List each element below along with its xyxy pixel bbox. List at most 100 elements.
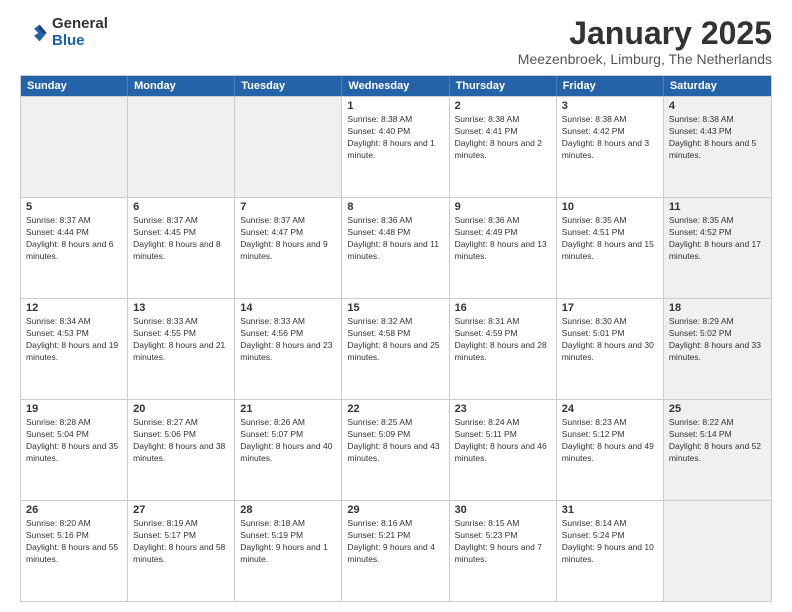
day-number: 12 <box>26 302 122 314</box>
calendar-cell: 7 Sunrise: 8:37 AMSunset: 4:47 PMDaylight… <box>235 198 342 298</box>
calendar-cell: 1 Sunrise: 8:38 AMSunset: 4:40 PMDaylight… <box>342 97 449 197</box>
cell-info: Sunrise: 8:16 AMSunset: 5:21 PMDaylight:… <box>347 518 434 564</box>
weekday-header: Sunday <box>21 76 128 96</box>
day-number: 2 <box>455 100 551 112</box>
day-number: 6 <box>133 201 229 213</box>
cell-info: Sunrise: 8:31 AMSunset: 4:59 PMDaylight:… <box>455 316 547 362</box>
day-number: 4 <box>669 100 766 112</box>
logo-general: General <box>52 16 108 33</box>
day-number: 15 <box>347 302 443 314</box>
weekday-header: Saturday <box>664 76 771 96</box>
cell-info: Sunrise: 8:14 AMSunset: 5:24 PMDaylight:… <box>562 518 654 564</box>
cell-info: Sunrise: 8:18 AMSunset: 5:19 PMDaylight:… <box>240 518 327 564</box>
logo-icon <box>20 19 48 47</box>
cell-info: Sunrise: 8:36 AMSunset: 4:48 PMDaylight:… <box>347 215 439 261</box>
weekday-header: Monday <box>128 76 235 96</box>
day-number: 8 <box>347 201 443 213</box>
day-number: 20 <box>133 403 229 415</box>
calendar-cell: 10 Sunrise: 8:35 AMSunset: 4:51 PMDayligh… <box>557 198 664 298</box>
cell-info: Sunrise: 8:29 AMSunset: 5:02 PMDaylight:… <box>669 316 761 362</box>
month-title: January 2025 <box>518 16 772 51</box>
day-number: 9 <box>455 201 551 213</box>
calendar-cell: 19 Sunrise: 8:28 AMSunset: 5:04 PMDayligh… <box>21 400 128 500</box>
calendar-cell: 27Sunrise: 8:19 AMSunset: 5:17 PMDayligh… <box>128 501 235 601</box>
cell-info: Sunrise: 8:38 AMSunset: 4:43 PMDaylight:… <box>669 114 756 160</box>
weekday-header: Friday <box>557 76 664 96</box>
calendar-body: 1 Sunrise: 8:38 AMSunset: 4:40 PMDaylight… <box>21 96 771 601</box>
calendar-cell: 18 Sunrise: 8:29 AMSunset: 5:02 PMDayligh… <box>664 299 771 399</box>
calendar-header: SundayMondayTuesdayWednesdayThursdayFrid… <box>21 76 771 96</box>
calendar-week: 5Sunrise: 8:37 AMSunset: 4:44 PMDaylight… <box>21 197 771 298</box>
calendar-cell: 3 Sunrise: 8:38 AMSunset: 4:42 PMDaylight… <box>557 97 664 197</box>
day-number: 19 <box>26 403 122 415</box>
cell-info: Sunrise: 8:34 AMSunset: 4:53 PMDaylight:… <box>26 316 118 362</box>
day-number: 3 <box>562 100 658 112</box>
logo: General Blue <box>20 16 108 49</box>
calendar-week: 26 Sunrise: 8:20 AMSunset: 5:16 PMDayligh… <box>21 500 771 601</box>
day-number: 10 <box>562 201 658 213</box>
cell-info: Sunrise: 8:26 AMSunset: 5:07 PMDaylight:… <box>240 417 332 463</box>
calendar-cell: 20 Sunrise: 8:27 AMSunset: 5:06 PMDayligh… <box>128 400 235 500</box>
weekday-header: Tuesday <box>235 76 342 96</box>
cell-info: Sunrise: 8:35 AMSunset: 4:51 PMDaylight:… <box>562 215 654 261</box>
calendar-cell <box>664 501 771 601</box>
cell-info: Sunrise: 8:25 AMSunset: 5:09 PMDaylight:… <box>347 417 439 463</box>
day-number: 13 <box>133 302 229 314</box>
cell-info: Sunrise: 8:28 AMSunset: 5:04 PMDaylight:… <box>26 417 118 463</box>
calendar-cell <box>21 97 128 197</box>
cell-info: Sunrise: 8:33 AMSunset: 4:56 PMDaylight:… <box>240 316 332 362</box>
calendar-cell: 11 Sunrise: 8:35 AMSunset: 4:52 PMDayligh… <box>664 198 771 298</box>
calendar-cell: 28Sunrise: 8:18 AMSunset: 5:19 PMDayligh… <box>235 501 342 601</box>
logo-text: General Blue <box>52 16 108 49</box>
day-number: 22 <box>347 403 443 415</box>
day-number: 16 <box>455 302 551 314</box>
calendar-cell: 23Sunrise: 8:24 AMSunset: 5:11 PMDayligh… <box>450 400 557 500</box>
cell-info: Sunrise: 8:27 AMSunset: 5:06 PMDaylight:… <box>133 417 225 463</box>
day-number: 25 <box>669 403 766 415</box>
calendar-cell: 24 Sunrise: 8:23 AMSunset: 5:12 PMDayligh… <box>557 400 664 500</box>
day-number: 24 <box>562 403 658 415</box>
cell-info: Sunrise: 8:38 AMSunset: 4:40 PMDaylight:… <box>347 114 434 160</box>
calendar-cell: 12 Sunrise: 8:34 AMSunset: 4:53 PMDayligh… <box>21 299 128 399</box>
day-number: 29 <box>347 504 443 516</box>
page: General Blue January 2025 Meezenbroek, L… <box>0 0 792 612</box>
calendar-cell: 4 Sunrise: 8:38 AMSunset: 4:43 PMDaylight… <box>664 97 771 197</box>
title-block: January 2025 Meezenbroek, Limburg, The N… <box>518 16 772 67</box>
calendar-cell <box>128 97 235 197</box>
calendar-week: 1 Sunrise: 8:38 AMSunset: 4:40 PMDaylight… <box>21 96 771 197</box>
calendar-cell: 8 Sunrise: 8:36 AMSunset: 4:48 PMDaylight… <box>342 198 449 298</box>
calendar-cell: 13Sunrise: 8:33 AMSunset: 4:55 PMDayligh… <box>128 299 235 399</box>
calendar-cell: 5Sunrise: 8:37 AMSunset: 4:44 PMDaylight… <box>21 198 128 298</box>
calendar-cell: 22 Sunrise: 8:25 AMSunset: 5:09 PMDayligh… <box>342 400 449 500</box>
calendar-cell: 31 Sunrise: 8:14 AMSunset: 5:24 PMDayligh… <box>557 501 664 601</box>
calendar-cell: 14Sunrise: 8:33 AMSunset: 4:56 PMDayligh… <box>235 299 342 399</box>
cell-info: Sunrise: 8:23 AMSunset: 5:12 PMDaylight:… <box>562 417 654 463</box>
calendar-cell: 21 Sunrise: 8:26 AMSunset: 5:07 PMDayligh… <box>235 400 342 500</box>
day-number: 5 <box>26 201 122 213</box>
cell-info: Sunrise: 8:15 AMSunset: 5:23 PMDaylight:… <box>455 518 542 564</box>
calendar-cell: 30Sunrise: 8:15 AMSunset: 5:23 PMDayligh… <box>450 501 557 601</box>
calendar-cell: 6Sunrise: 8:37 AMSunset: 4:45 PMDaylight… <box>128 198 235 298</box>
day-number: 18 <box>669 302 766 314</box>
cell-info: Sunrise: 8:20 AMSunset: 5:16 PMDaylight:… <box>26 518 118 564</box>
day-number: 7 <box>240 201 336 213</box>
cell-info: Sunrise: 8:35 AMSunset: 4:52 PMDaylight:… <box>669 215 761 261</box>
calendar-cell: 9 Sunrise: 8:36 AMSunset: 4:49 PMDaylight… <box>450 198 557 298</box>
cell-info: Sunrise: 8:36 AMSunset: 4:49 PMDaylight:… <box>455 215 547 261</box>
calendar-cell: 29 Sunrise: 8:16 AMSunset: 5:21 PMDayligh… <box>342 501 449 601</box>
day-number: 31 <box>562 504 658 516</box>
location-subtitle: Meezenbroek, Limburg, The Netherlands <box>518 51 772 67</box>
day-number: 1 <box>347 100 443 112</box>
cell-info: Sunrise: 8:38 AMSunset: 4:42 PMDaylight:… <box>562 114 649 160</box>
calendar: SundayMondayTuesdayWednesdayThursdayFrid… <box>20 75 772 602</box>
calendar-cell <box>235 97 342 197</box>
weekday-header: Thursday <box>450 76 557 96</box>
day-number: 26 <box>26 504 122 516</box>
day-number: 11 <box>669 201 766 213</box>
cell-info: Sunrise: 8:37 AMSunset: 4:47 PMDaylight:… <box>240 215 327 261</box>
calendar-cell: 16 Sunrise: 8:31 AMSunset: 4:59 PMDayligh… <box>450 299 557 399</box>
day-number: 23 <box>455 403 551 415</box>
calendar-cell: 25Sunrise: 8:22 AMSunset: 5:14 PMDayligh… <box>664 400 771 500</box>
day-number: 21 <box>240 403 336 415</box>
day-number: 17 <box>562 302 658 314</box>
